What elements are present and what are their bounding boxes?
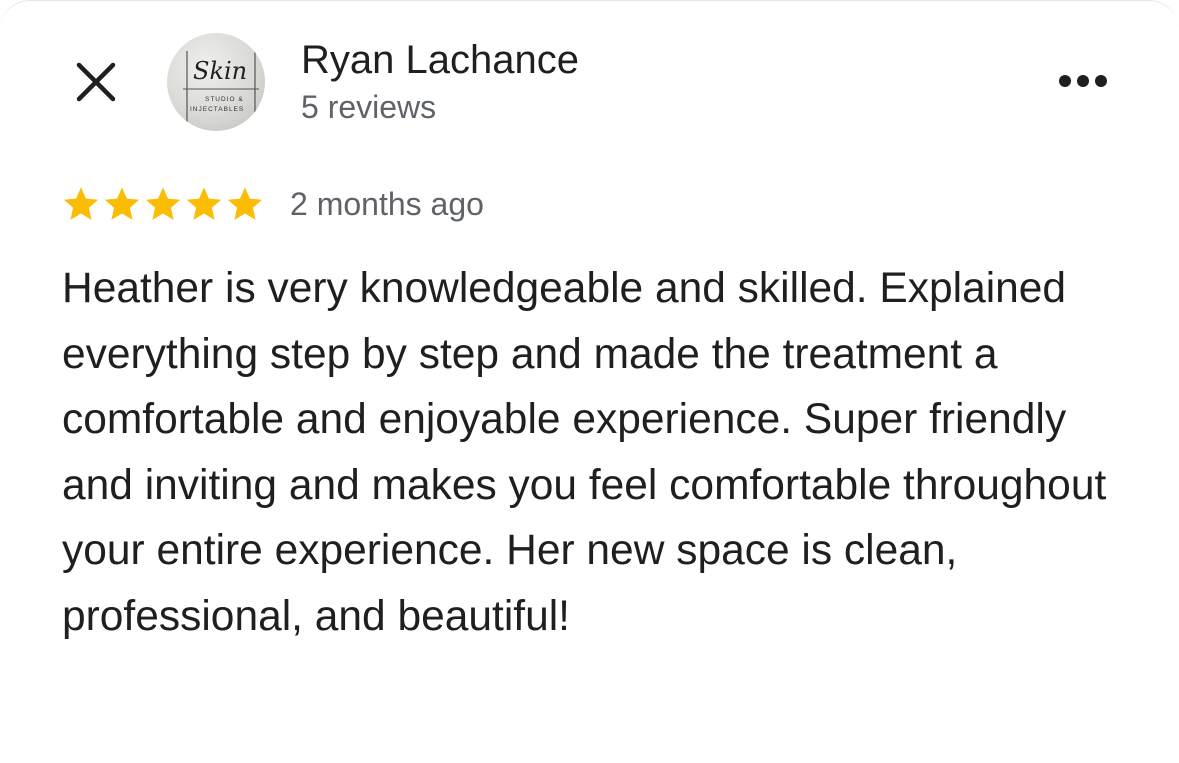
star-icon (104, 187, 140, 220)
star-icon (145, 187, 181, 220)
reviewer-name[interactable]: Ryan Lachance (301, 37, 579, 83)
sheet-top-edge (0, 0, 1179, 30)
avatar[interactable]: Skin STUDIO & INJECTABLES (167, 33, 265, 131)
star-icon (227, 187, 263, 220)
avatar-script-text: Skin (193, 57, 247, 85)
rating-row: 2 months ago (62, 182, 484, 226)
star-icon (186, 187, 222, 220)
review-text: Heather is very knowledgeable and skille… (62, 265, 1107, 640)
review-date: 2 months ago (290, 185, 484, 222)
avatar-line1: STUDIO & (205, 96, 244, 103)
star-rating (62, 185, 264, 223)
more-horizontal-icon (1059, 75, 1107, 87)
avatar-line2: INJECTABLES (190, 106, 244, 113)
review-sheet: Skin STUDIO & INJECTABLES Ryan Lachance … (0, 0, 1179, 763)
close-icon (76, 62, 116, 102)
close-button[interactable] (68, 54, 124, 110)
avatar-logo: Skin STUDIO & INJECTABLES (183, 43, 259, 125)
review-count[interactable]: 5 reviews (301, 88, 436, 126)
more-options-button[interactable] (1050, 60, 1116, 102)
star-icon (63, 187, 99, 220)
